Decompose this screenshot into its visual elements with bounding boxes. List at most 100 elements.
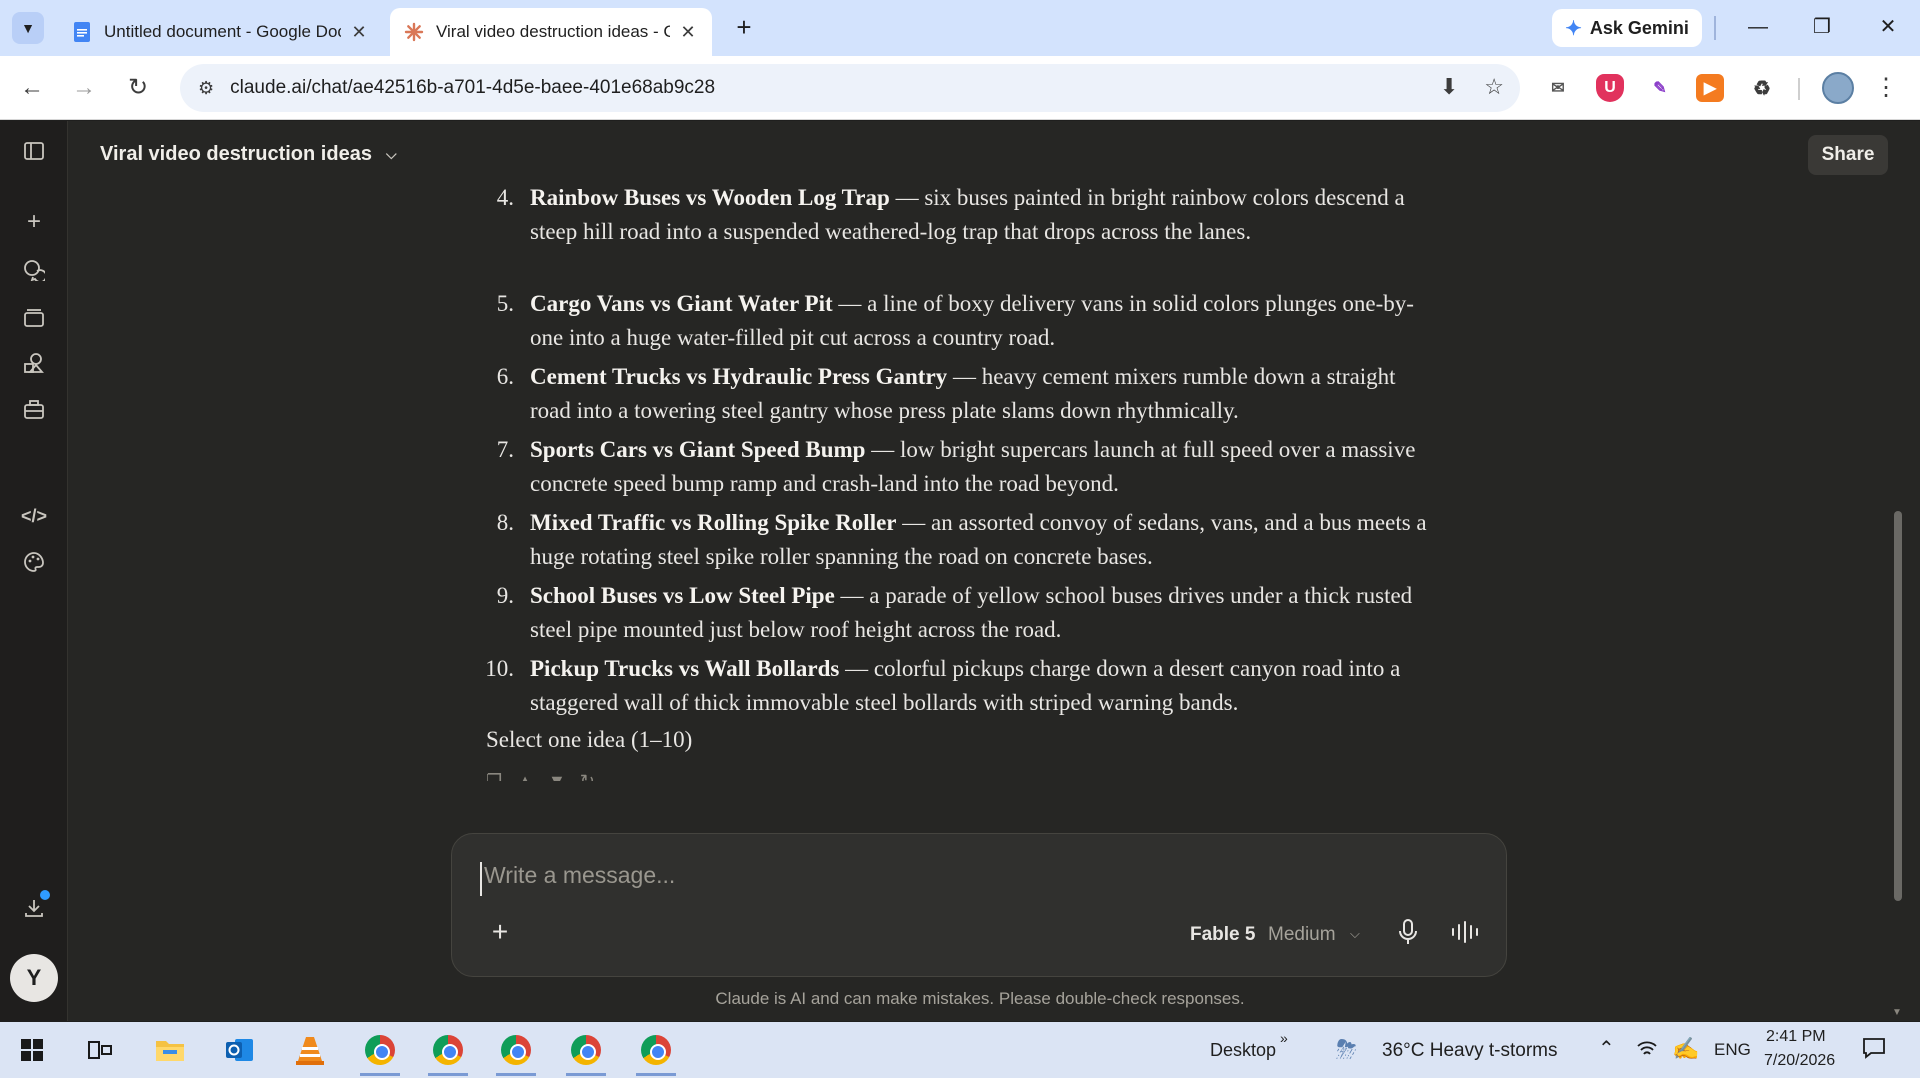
play-extension-icon[interactable]: ▶ [1696,74,1724,102]
chevron-down-icon: ⌵ [385,146,397,162]
new-tab-button[interactable]: + [728,14,760,42]
reload-icon[interactable]: ↻ [122,72,154,104]
desktop-toolbar-label[interactable]: Desktop [1210,1040,1276,1061]
code-icon[interactable]: </> [20,502,48,530]
task-view-icon[interactable] [80,1030,120,1070]
clock-time[interactable]: 2:41 PM [1766,1028,1826,1046]
running-indicator [636,1073,676,1076]
site-settings-icon[interactable]: ⚙ [198,78,214,99]
back-arrow-icon[interactable]: ← [16,72,48,104]
address-bar[interactable]: ⚙ claude.ai/chat/ae42516b-a701-4d5e-baee… [180,64,1520,112]
claude-app: + </> Y Viral video destruction ideas ⌵ … [0,121,1920,1021]
tab-title: Viral video destruction ideas - Claude [436,22,670,41]
list-number: 8. [496,510,514,535]
vlc-icon[interactable] [290,1030,330,1070]
browser-tab-bar: ▼ Untitled document - Google Docs ✕ Vira… [0,0,1920,56]
ask-gemini-button[interactable]: ✦ Ask Gemini [1552,9,1702,47]
chrome-icon[interactable] [636,1030,676,1076]
chrome-icon[interactable] [566,1030,606,1076]
url-text[interactable]: claude.ai/chat/ae42516b-a701-4d5e-baee-4… [230,77,715,99]
tab-google-docs[interactable]: Untitled document - Google Docs ✕ [58,8,383,56]
list-number: 9. [496,583,514,608]
divider [1798,78,1800,100]
pen-extension-icon[interactable]: ✎ [1646,74,1674,102]
mail-extension-icon[interactable]: ✉ [1544,74,1572,102]
install-app-icon[interactable]: ⬇ [1440,74,1458,100]
forward-arrow-icon[interactable]: → [68,72,100,104]
idea-title: Mixed Traffic vs Rolling Spike Roller [530,510,897,535]
briefcase-icon[interactable] [20,396,48,424]
idea-title: Pickup Trucks vs Wall Bollards [530,656,840,681]
sidebar-toggle-icon[interactable] [20,137,48,165]
google-docs-icon [72,22,92,42]
idea-title: Cargo Vans vs Giant Water Pit [530,291,833,316]
input-language[interactable]: ENG [1714,1040,1751,1060]
running-indicator [428,1073,468,1076]
claude-logo-icon [404,22,424,42]
message-actions: ❐ ▲ ▼ ↻ [486,771,595,781]
chrome-icon[interactable] [496,1030,536,1076]
ublock-shield-icon[interactable]: U [1596,74,1624,102]
effort-selector[interactable]: Medium [1268,924,1336,946]
disclaimer: Claude is AI and can make mistakes. Plea… [715,989,1245,1008]
message-composer: Write a message... + Fable 5 Medium ⌵ [451,833,1507,977]
weather-text[interactable]: 36°C Heavy t-storms [1382,1040,1557,1062]
close-icon[interactable]: ✕ [678,22,698,43]
chrome-icon[interactable] [360,1030,400,1076]
scrollbar-thumb[interactable] [1894,511,1902,901]
share-button[interactable]: Share [1808,135,1888,175]
tab-claude-chat[interactable]: Viral video destruction ideas - Claude ✕ [390,8,712,56]
windows-start-icon[interactable] [12,1030,52,1070]
model-selector[interactable]: Fable 5 [1190,924,1255,946]
microphone-icon[interactable] [1396,918,1424,948]
thumbs-down-icon[interactable]: ▼ [548,771,566,781]
network-icon[interactable] [1636,1038,1658,1063]
more-menu-icon[interactable]: ⋮ [1874,72,1898,104]
chevron-up-icon[interactable]: ⌃ [1598,1036,1615,1061]
weather-storm-icon[interactable]: ⛈ [1336,1034,1357,1066]
profile-avatar[interactable] [1822,72,1854,104]
select-prompt: Select one idea (1–10) [486,727,693,752]
assistant-message: 4. Rainbow Buses vs Wooden Log Trap — si… [480,181,1440,781]
sidebar: + </> Y [0,121,68,1021]
notification-dot [40,890,50,900]
list-number: 6. [496,364,514,389]
notifications-icon[interactable] [1862,1036,1886,1065]
copy-icon[interactable]: ❐ [486,771,502,781]
list-number: 4. [496,185,514,210]
windows-taskbar: Desktop » ⛈ 36°C Heavy t-storms ⌃ ✍ ENG … [0,1022,1920,1078]
voice-mode-icon[interactable] [1450,920,1482,948]
tab-title: Untitled document - Google Docs [104,22,341,41]
chevron-down-icon[interactable]: ⌵ [1350,926,1360,942]
list-number: 10. [485,656,514,681]
toolbar-expand-icon[interactable]: » [1280,1030,1288,1046]
thumbs-up-icon[interactable]: ▲ [516,771,534,781]
message-input[interactable]: Write a message... [480,862,1440,896]
chrome-icon[interactable] [428,1030,468,1076]
file-explorer-icon[interactable] [150,1030,190,1070]
minimize-button[interactable]: — [1738,12,1778,42]
chats-icon[interactable] [20,256,48,284]
chat-title-menu[interactable]: Viral video destruction ideas ⌵ [100,143,397,166]
gemini-sparkle-icon: ✦ [1565,17,1582,40]
running-indicator [566,1073,606,1076]
artifacts-icon[interactable] [20,349,48,377]
tab-search-button[interactable]: ▼ [12,12,44,44]
pen-menu-icon[interactable]: ✍ [1672,1036,1699,1062]
idea-title: School Buses vs Low Steel Pipe [530,583,835,608]
idea-title: Cement Trucks vs Hydraulic Press Gantry [530,364,948,389]
palette-icon[interactable] [20,548,48,576]
add-attachment-button[interactable]: + [486,918,514,946]
clock-date[interactable]: 7/20/2026 [1764,1052,1835,1070]
ask-gemini-label: Ask Gemini [1589,17,1689,38]
bookmark-star-icon[interactable]: ☆ [1484,74,1504,100]
close-window-button[interactable]: ✕ [1868,12,1908,42]
extensions-puzzle-icon[interactable]: ♻ [1748,74,1776,102]
restore-button[interactable]: ❐ [1802,12,1842,42]
retry-icon[interactable]: ↻ [580,771,595,781]
projects-icon[interactable] [20,303,48,331]
close-icon[interactable]: ✕ [349,22,369,43]
new-chat-icon[interactable]: + [20,208,48,236]
chat-title: Viral video destruction ideas [100,143,372,165]
outlook-icon[interactable] [220,1030,260,1070]
